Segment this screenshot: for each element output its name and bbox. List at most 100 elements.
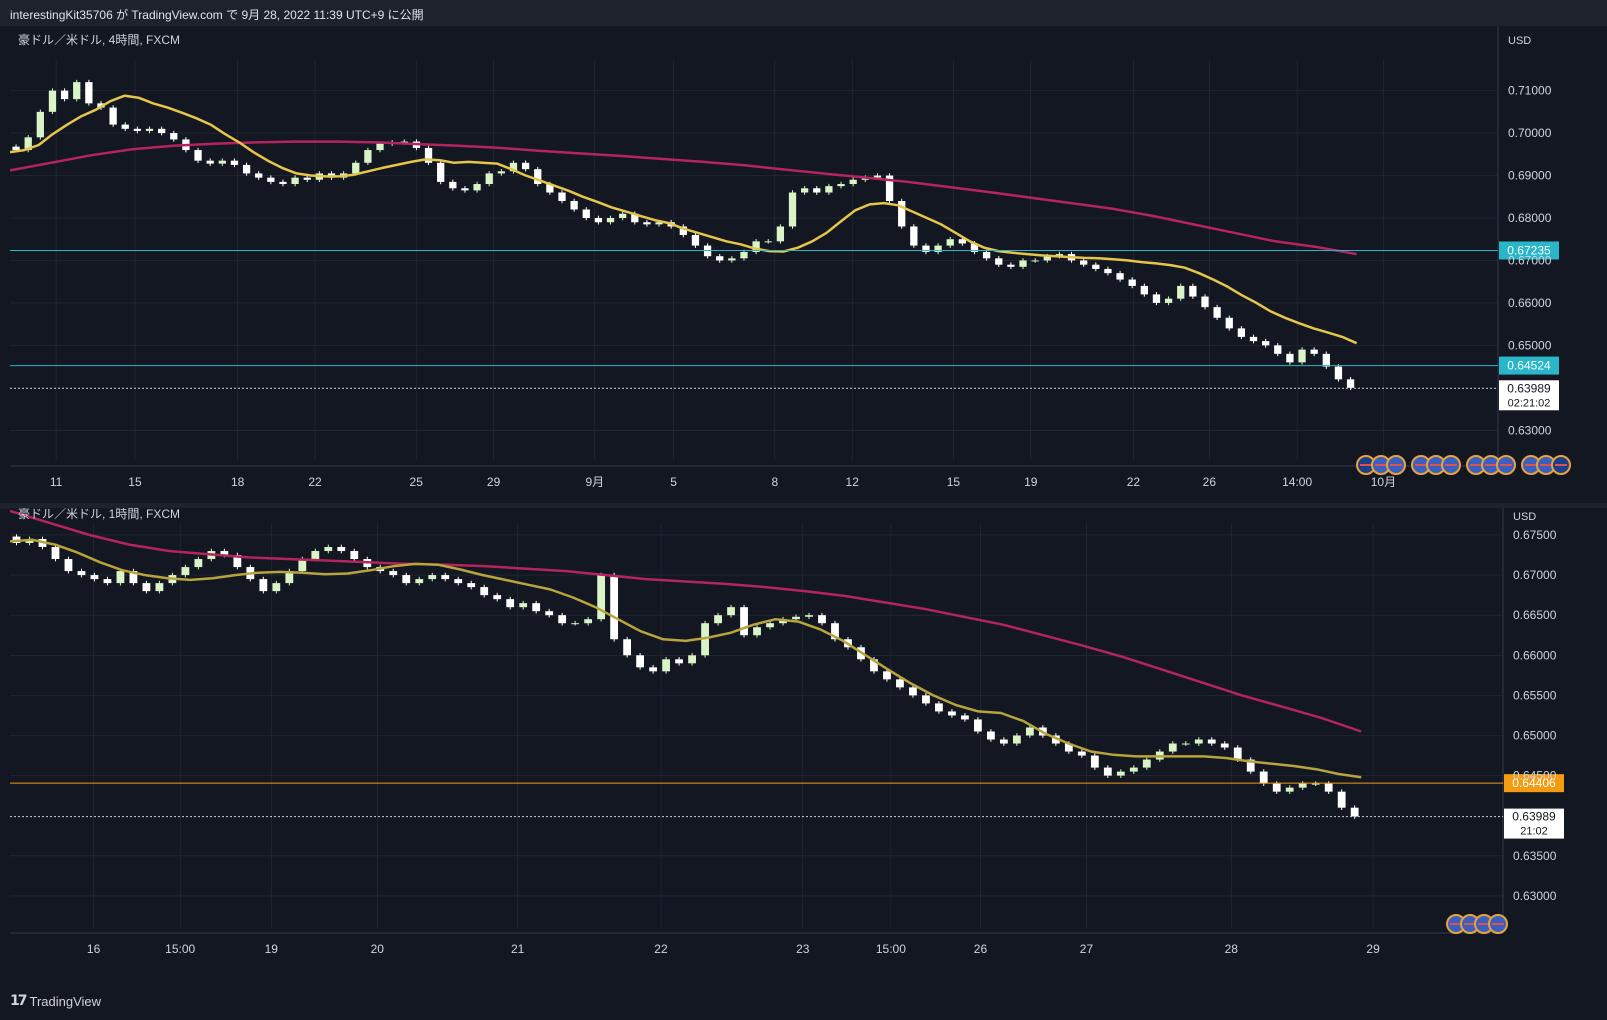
candle-body <box>352 162 360 174</box>
candle-body <box>255 173 263 178</box>
candle-body <box>1090 755 1099 768</box>
candle-body <box>1012 735 1021 744</box>
tradingview-logo[interactable]: 17 TradingView <box>10 993 101 1009</box>
candle-body <box>558 615 567 624</box>
candle-body <box>1140 285 1148 295</box>
candle-body <box>77 571 86 576</box>
candle-body <box>1272 783 1281 792</box>
candle-body <box>267 177 275 182</box>
candle-body <box>133 128 142 131</box>
candle-body <box>142 583 151 592</box>
candle-body <box>485 173 493 185</box>
candle-body <box>764 241 772 243</box>
candle-body <box>837 184 845 187</box>
x-tick-label: 9月 <box>585 475 604 489</box>
candle-body <box>1322 353 1330 367</box>
x-tick-label: 25 <box>410 475 424 489</box>
candle-body <box>909 687 917 696</box>
chart-panel-4h[interactable]: 0.67235 0.64524 0.63989 02:21:02 0.71000 0.70… <box>9 26 1607 504</box>
candle-body <box>230 160 239 165</box>
candle-body <box>1007 264 1015 267</box>
candle-body <box>999 739 1008 744</box>
chart-panel-1h[interactable]: 0.64406 0.63989 21:02 0.67500 0.67000 0.66500… <box>9 506 1607 985</box>
x-tick-label: 22 <box>654 942 668 956</box>
chart-4h-svg[interactable]: 0.672350.645240.6398902:21:020.710000.70… <box>9 26 1607 504</box>
candle-body <box>1177 285 1185 299</box>
candle-body <box>158 128 166 134</box>
x-tick-label: 15:00 <box>165 942 195 956</box>
y-tick-label: 0.63000 <box>1508 423 1552 437</box>
candle-body <box>337 547 346 552</box>
chart-title: 豪ドル／米ドル, 1時間, FXCM <box>18 508 180 521</box>
candle-body <box>1142 759 1151 768</box>
candle-body <box>825 186 833 193</box>
y-tick-label: 0.70000 <box>1508 126 1552 140</box>
chart-title: 豪ドル／米ドル, 4時間, FXCM <box>18 32 180 47</box>
candle-body <box>958 239 966 244</box>
candle-body <box>727 607 735 616</box>
candle-body <box>570 201 578 210</box>
candle-body <box>1249 336 1258 342</box>
candle-body <box>545 611 554 616</box>
y-tick-label: 0.65000 <box>1508 338 1552 352</box>
candle-body <box>64 559 73 572</box>
currency-label: USD <box>1508 35 1531 47</box>
y-tick-label: 0.66000 <box>1508 296 1552 310</box>
y-tick-label: 0.63000 <box>1513 889 1557 903</box>
candle-body <box>272 583 281 592</box>
candle-body <box>805 615 813 617</box>
y-tick-label: 0.67500 <box>1513 528 1557 542</box>
candle-body <box>1103 767 1112 776</box>
candle-body <box>467 583 476 588</box>
candle-body <box>584 619 593 624</box>
candle-body <box>776 226 785 242</box>
candle-body <box>194 150 202 161</box>
candle-body <box>259 579 268 592</box>
candle-body <box>109 107 117 125</box>
chart-1h-svg[interactable]: 0.644060.6398921:020.675000.670000.66500… <box>9 506 1607 985</box>
candle-body <box>1207 739 1216 744</box>
x-tick-label: 15 <box>128 475 142 489</box>
x-tick-label: 26 <box>974 942 988 956</box>
y-tick-label: 0.67000 <box>1508 253 1552 267</box>
candle-body <box>364 150 372 163</box>
candle-body <box>619 213 627 218</box>
candle-body <box>1092 264 1100 269</box>
x-tick-label: 15 <box>947 475 961 489</box>
candle-body <box>73 82 81 100</box>
candle-body <box>51 547 60 560</box>
currency-label: USD <box>1513 511 1536 523</box>
candle-body <box>218 160 226 164</box>
tradingview-brand-text: TradingView <box>29 993 102 1009</box>
x-tick-label: 12 <box>846 475 860 489</box>
candle-body <box>103 579 112 584</box>
y-tick-label: 0.71000 <box>1508 84 1552 98</box>
candle-body <box>311 551 320 560</box>
candle-body <box>1168 743 1177 752</box>
candle-body <box>986 731 995 740</box>
candle-body <box>1237 328 1246 337</box>
x-tick-label: 19 <box>1024 475 1038 489</box>
candle-body <box>242 164 251 174</box>
candle-body <box>1129 767 1138 772</box>
candle-body <box>1274 345 1282 354</box>
x-tick-label: 8 <box>771 475 778 489</box>
candle-body <box>849 179 857 185</box>
candle-body <box>36 111 44 138</box>
y-tick-label: 0.66500 <box>1513 608 1557 622</box>
candle-body <box>532 603 541 612</box>
candle-body <box>291 177 299 185</box>
candle-body <box>350 551 359 560</box>
candle-body <box>1181 743 1190 745</box>
x-tick-label: 26 <box>1203 475 1217 489</box>
candle-body <box>1031 260 1039 262</box>
candle-body <box>170 133 178 140</box>
x-tick-label: 19 <box>265 942 279 956</box>
candle-body <box>493 595 502 600</box>
candle-body <box>788 192 797 227</box>
candle-body <box>206 160 214 164</box>
candle-body <box>1220 743 1229 748</box>
candle-body <box>948 711 956 716</box>
candle-body <box>402 575 411 584</box>
candle-body <box>85 82 93 104</box>
